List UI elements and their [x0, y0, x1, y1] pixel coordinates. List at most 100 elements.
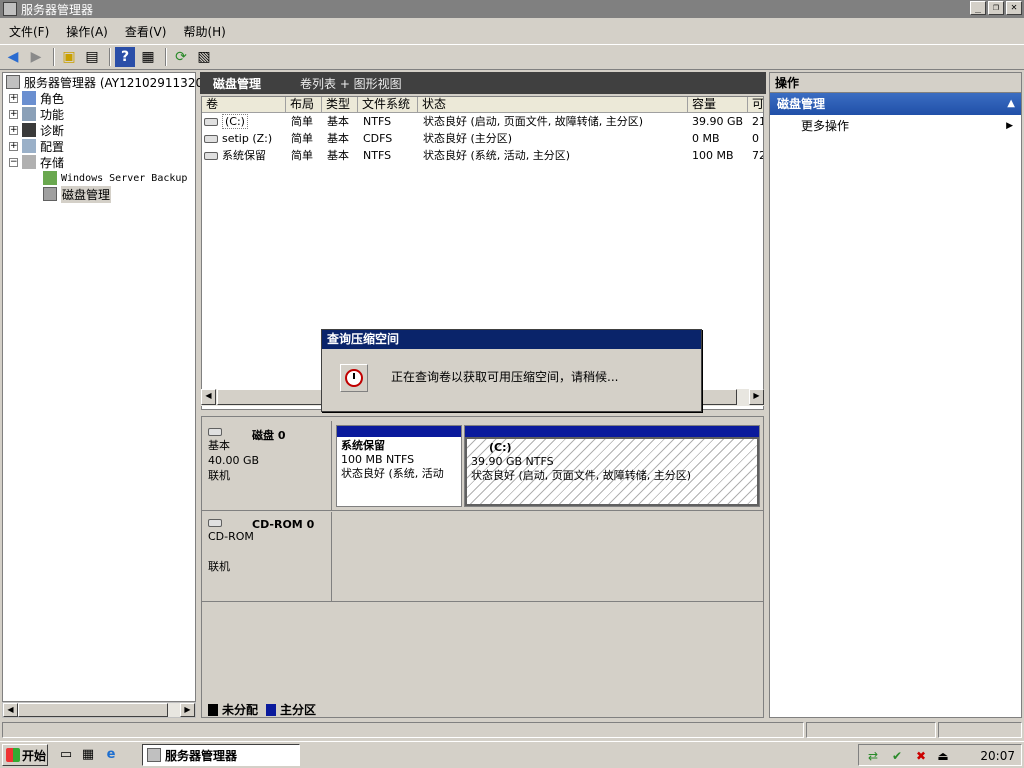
expand-icon[interactable]: + — [9, 109, 18, 119]
legend: 未分配 主分区 — [208, 701, 316, 718]
tree-item-windows-server-backup[interactable]: Windows Server Backup — [43, 170, 187, 186]
expand-icon[interactable]: + — [9, 93, 18, 103]
properties-icon[interactable]: ▦ — [138, 47, 158, 67]
security-icon[interactable]: ✔ — [889, 748, 905, 764]
tree-root-label: 服务器管理器 (AY121029113201 — [24, 75, 211, 90]
status-cell — [2, 722, 804, 738]
status-cell — [938, 722, 1022, 738]
volume-layout: 简单 — [291, 132, 313, 145]
disk-management-icon — [43, 187, 57, 201]
taskbar-button-server-manager[interactable]: 服务器管理器 — [142, 744, 300, 766]
column-header-status[interactable]: 状态 — [418, 97, 688, 113]
partition-c-drive[interactable]: (C:) 39.90 GB NTFS 状态良好 (启动, 页面文件, 故障转储,… — [464, 425, 760, 507]
tree-root[interactable]: 服务器管理器 (AY121029113201 — [6, 74, 211, 90]
legend-label: 主分区 — [280, 703, 317, 717]
restore-button[interactable]: ❐ — [988, 1, 1004, 15]
menu-help[interactable]: 帮助(H) — [174, 23, 233, 40]
primary-partition-bar — [465, 426, 759, 437]
backup-icon — [43, 171, 57, 185]
expand-icon[interactable]: + — [9, 141, 18, 151]
tree-item-label: 配置 — [40, 139, 65, 154]
partition-detail: 39.90 GB NTFS — [471, 455, 554, 468]
disk-state: 联机 — [208, 469, 230, 482]
tree-item-configuration[interactable]: + 配置 — [9, 138, 64, 154]
volume-capacity: 39.90 GB — [692, 115, 744, 128]
actions-pane: 操作 磁盘管理 ▲ 更多操作 ▶ — [769, 72, 1022, 718]
tree-item-diagnostics[interactable]: + 诊断 — [9, 122, 64, 138]
start-button[interactable]: 开始 — [2, 744, 48, 766]
column-header-layout[interactable]: 布局 — [286, 97, 322, 113]
internet-explorer-icon[interactable]: e — [103, 747, 119, 763]
partition-system-reserved[interactable]: 系统保留 100 MB NTFS 状态良好 (系统, 活动 — [336, 425, 462, 507]
dialog-title: 查询压缩空间 — [322, 330, 701, 349]
tree-item-storage[interactable]: − 存储 — [9, 154, 64, 170]
remove-hardware-icon[interactable]: ⏏ — [935, 748, 951, 764]
system-tray: ⇄ ✔ ✖ ⏏ 20:07 — [858, 744, 1022, 766]
disk-info[interactable]: CD-ROM 0 CD-ROM 联机 — [202, 512, 332, 601]
column-header-filesystem[interactable]: 文件系统 — [358, 97, 418, 113]
disk-info[interactable]: 磁盘 0 基本 40.00 GB 联机 — [202, 421, 332, 510]
tree-item-disk-management[interactable]: 磁盘管理 — [43, 185, 112, 203]
close-button[interactable]: ✕ — [1006, 1, 1022, 15]
show-desktop-icon[interactable]: ▭ — [58, 747, 74, 763]
actions-header: 操作 — [770, 73, 1021, 93]
scroll-left-icon[interactable]: ◀ — [201, 389, 216, 405]
column-header-type[interactable]: 类型 — [322, 97, 358, 113]
start-label: 开始 — [22, 748, 47, 763]
submenu-arrow-icon: ▶ — [1006, 121, 1013, 131]
tree-horizontal-scrollbar[interactable]: ◀ ▶ — [2, 702, 196, 718]
table-row[interactable]: 系统保留 简单 基本 NTFS 状态良好 (系统, 活动, 主分区) 100 M… — [202, 147, 763, 164]
collapse-icon[interactable]: − — [9, 157, 18, 167]
actions-section-disk-management[interactable]: 磁盘管理 ▲ — [770, 93, 1021, 115]
table-row[interactable]: (C:) 简单 基本 NTFS 状态良好 (启动, 页面文件, 故障转储, 主分… — [202, 113, 763, 130]
volume-type: 基本 — [327, 115, 349, 128]
menu-file[interactable]: 文件(F) — [0, 23, 57, 40]
scroll-thumb[interactable] — [18, 703, 168, 717]
table-row[interactable]: setip (Z:) 简单 基本 CDFS 状态良好 (主分区) 0 MB 0 — [202, 130, 763, 147]
volume-free: 0 — [752, 132, 759, 145]
disk-icon — [208, 428, 222, 436]
menu-action[interactable]: 操作(A) — [57, 23, 116, 40]
features-icon — [22, 107, 36, 121]
export-icon[interactable]: ▧ — [194, 47, 214, 67]
drive-icon — [204, 152, 218, 160]
tree-item-roles[interactable]: + 角色 — [9, 90, 64, 106]
expand-icon[interactable]: + — [9, 125, 18, 135]
minimize-button[interactable]: _ — [970, 1, 986, 15]
scroll-right-icon[interactable]: ▶ — [749, 389, 764, 405]
volume-filesystem: CDFS — [363, 132, 393, 145]
center-header: 磁盘管理 卷列表 + 图形视图 — [200, 72, 766, 94]
up-folder-icon[interactable]: ▣ — [59, 47, 79, 67]
center-title: 磁盘管理 — [213, 76, 262, 91]
refresh-icon[interactable]: ⟳ — [171, 47, 191, 67]
legend-label: 未分配 — [222, 703, 259, 717]
column-header-free[interactable]: 可 — [748, 97, 763, 113]
server-manager-icon — [147, 748, 161, 762]
column-header-capacity[interactable]: 容量 — [688, 97, 748, 113]
disk-row[interactable]: 磁盘 0 基本 40.00 GB 联机 系统保留 100 MB NTFS 状态良… — [202, 421, 763, 511]
server-manager-quicklaunch-icon[interactable]: ▦ — [80, 747, 96, 763]
back-arrow-icon[interactable]: ◀ — [3, 47, 23, 67]
volume-name: setip (Z:) — [222, 132, 273, 145]
forward-arrow-icon[interactable]: ▶ — [26, 47, 46, 67]
clock[interactable]: 20:07 — [980, 749, 1015, 763]
legend-unallocated-swatch — [208, 703, 218, 716]
help-icon[interactable]: ? — [115, 47, 135, 67]
more-actions-item[interactable]: 更多操作 ▶ — [770, 115, 1021, 137]
show-hide-tree-icon[interactable]: ▤ — [82, 47, 102, 67]
scroll-left-icon[interactable]: ◀ — [3, 703, 18, 717]
taskbar: 开始 ▭ ▦ e 服务器管理器 ⇄ ✔ ✖ ⏏ 20:07 — [0, 741, 1024, 768]
windows-logo-icon — [6, 748, 20, 762]
tree-item-features[interactable]: + 功能 — [9, 106, 64, 122]
task-label: 服务器管理器 — [165, 748, 238, 763]
column-header-volume[interactable]: 卷 — [202, 97, 286, 113]
volume-status: 状态良好 (系统, 活动, 主分区) — [423, 149, 571, 162]
scroll-right-icon[interactable]: ▶ — [180, 703, 195, 717]
disk-row[interactable]: CD-ROM 0 CD-ROM 联机 — [202, 512, 763, 602]
tree-item-label: 诊断 — [40, 123, 65, 138]
collapse-caret-icon[interactable]: ▲ — [1007, 93, 1015, 115]
menu-view[interactable]: 查看(V) — [116, 23, 175, 40]
network-icon[interactable]: ⇄ — [865, 748, 881, 764]
storage-icon — [22, 155, 36, 169]
volume-muted-icon[interactable]: ✖ — [913, 748, 929, 764]
